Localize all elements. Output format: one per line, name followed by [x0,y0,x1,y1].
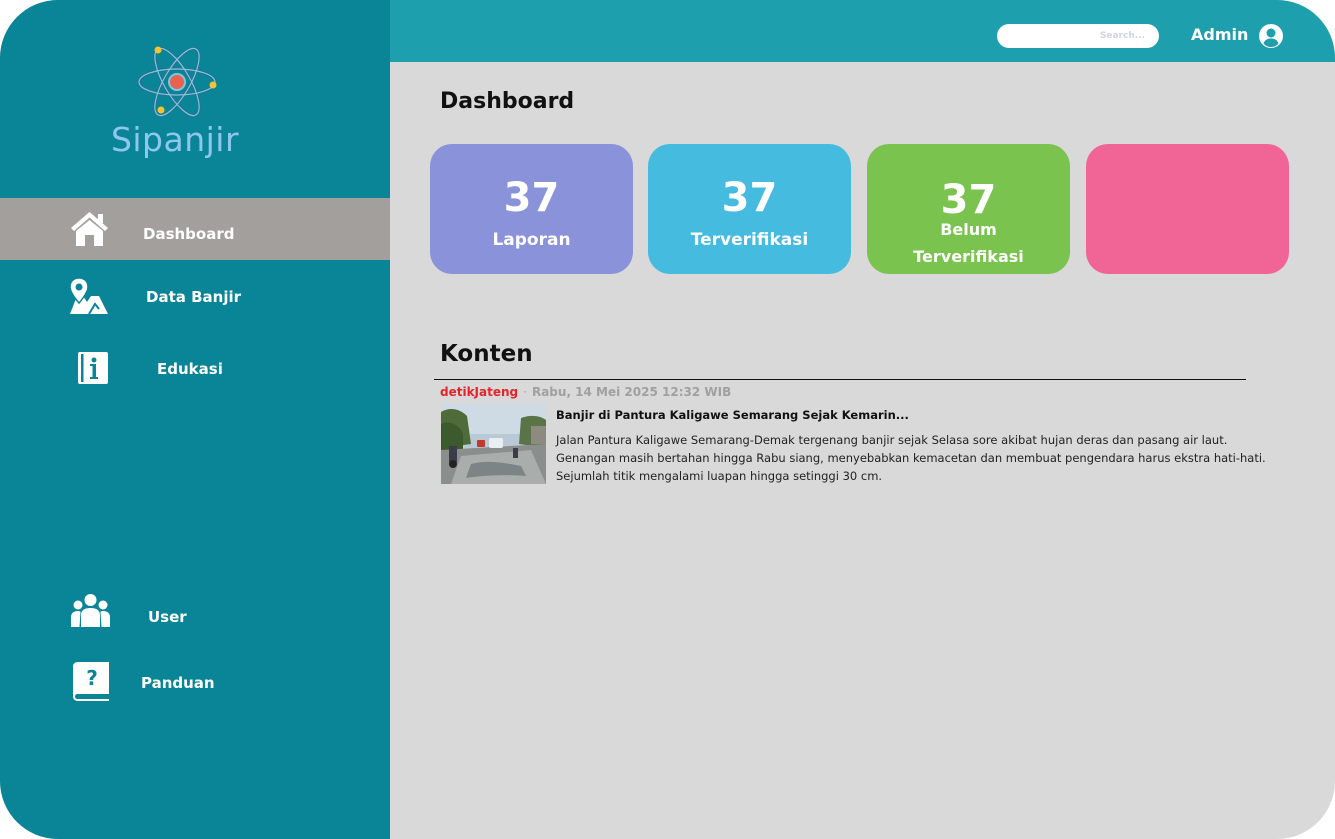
stat-label-line1: Belum [940,220,997,239]
stat-label-line2: Terverifikasi [913,247,1024,266]
app-frame: Sipanjir Dashboard Data Banjir Edukasi U… [0,0,1335,839]
users-icon [71,594,110,627]
news-thumbnail-image[interactable] [441,404,546,484]
stat-card-laporan[interactable]: 37 Laporan [430,144,633,274]
section-title-konten: Konten [440,341,533,367]
news-headline[interactable]: Banjir di Pantura Kaligawe Semarang Seja… [556,408,909,422]
app-logo[interactable]: Sipanjir [105,40,245,170]
stat-label: Terverifikasi [690,230,809,250]
home-icon [71,212,108,246]
sidebar-item-label: Data Banjir [146,288,242,306]
stat-value: 37 [503,175,560,221]
info-book-icon [78,352,108,384]
sidebar-item-dashboard[interactable]: Dashboard [0,198,390,260]
sidebar-item-label: Edukasi [157,360,223,378]
news-body-line: Jalan Pantura Kaligawe Semarang-Demak te… [556,433,1228,447]
stat-card-belum-terverifikasi[interactable]: 37 Belum Terverifikasi [867,144,1070,274]
stat-card-terverifikasi[interactable]: 37 Terverifikasi [648,144,851,274]
stat-card-empty[interactable] [1086,144,1289,274]
sidebar-item-label: Dashboard [143,225,235,243]
stat-label: Laporan [492,230,571,250]
svg-text:?: ? [86,666,98,690]
app-name: Sipanjir [110,120,240,159]
news-body-line: Genangan masih bertahan hingga Rabu sian… [556,451,1266,465]
divider [434,379,1246,380]
sidebar-item-data-banjir[interactable]: Data Banjir [0,262,390,324]
sidebar-item-label: Panduan [141,674,215,692]
news-date: Rabu, 14 Mei 2025 12:32 WIB [531,385,732,399]
help-book-icon: ? [73,662,109,701]
user-circle-icon[interactable] [1258,23,1284,49]
sidebar-item-edukasi[interactable]: Edukasi [0,337,390,399]
sidebar-item-label: User [148,608,187,626]
search-input[interactable] [997,24,1159,48]
news-meta: detikJateng · Rabu, 14 Mei 2025 12:32 WIB [440,385,731,399]
atom-logo-icon [137,46,217,118]
admin-label[interactable]: Admin [1191,25,1248,44]
stat-value: 37 [721,175,778,221]
news-body: Jalan Pantura Kaligawe Semarang-Demak te… [556,431,1316,485]
map-pin-icon [69,277,108,315]
sidebar-item-panduan[interactable]: ? Panduan [0,651,390,713]
news-source[interactable]: detikJateng [440,385,518,399]
page-title: Dashboard [440,89,575,114]
meta-separator: · [523,385,527,399]
news-body-line: Sejumlah titik mengalami luapan hingga s… [556,469,883,483]
sidebar: Sipanjir Dashboard Data Banjir Edukasi U… [0,0,390,839]
sidebar-item-user[interactable]: User [0,585,390,647]
